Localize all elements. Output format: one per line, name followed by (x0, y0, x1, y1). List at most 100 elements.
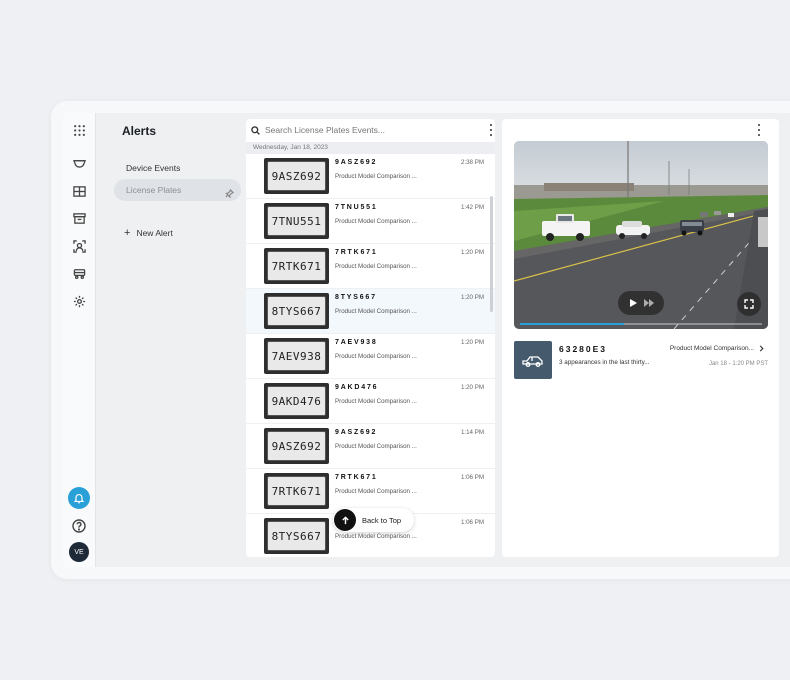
search-bar (246, 119, 495, 141)
row-plate-number: 9ASZ692 (335, 429, 378, 436)
row-subtitle: Product Model Comparison ... (335, 533, 417, 540)
plate-thumbnail: 8TYS667 (264, 293, 329, 329)
plate-text: 8TYS667 (267, 296, 326, 326)
list-item[interactable]: 9ASZ692 9ASZ692 Product Model Comparison .… (246, 424, 495, 469)
archive-icon[interactable] (71, 210, 87, 226)
plate-text: 7TNU551 (267, 206, 326, 236)
row-subtitle: Product Model Comparison ... (335, 488, 417, 495)
video-progress-bar[interactable] (520, 323, 762, 325)
back-to-top-label: Back to Top (362, 515, 402, 525)
list-item[interactable]: 7RTK671 7RTK671 Product Model Comparison .… (246, 244, 495, 289)
events-list: 9ASZ692 9ASZ692 Product Model Comparison .… (246, 154, 495, 557)
row-plate-number: 7RTK671 (335, 474, 378, 481)
pin-icon[interactable] (225, 185, 235, 200)
new-alert-button[interactable]: + New Alert (124, 226, 173, 239)
help-icon[interactable] (70, 517, 88, 535)
plate-text: 7RTK671 (267, 251, 326, 281)
chevron-right-icon (759, 345, 764, 352)
plate-text: 9ASZ692 (267, 161, 326, 191)
alerts-nav: Alerts Device Events License Plates + Ne… (96, 113, 246, 567)
plate-thumbnail: 9AKD476 (264, 383, 329, 419)
list-item[interactable]: 7TNU551 7TNU551 Product Model Comparison .… (246, 199, 495, 244)
event-plate-number: 63280E3 (559, 344, 608, 354)
row-plate-number: 8TYS667 (335, 294, 377, 301)
plate-thumbnail: 7RTK671 (264, 248, 329, 284)
row-subtitle: Product Model Comparison ... (335, 173, 417, 180)
row-subtitle: Product Model Comparison ... (335, 353, 417, 360)
nav-item-label: License Plates (126, 185, 182, 195)
back-to-top-button[interactable]: Back to Top (333, 508, 414, 532)
plate-text: 9AKD476 (267, 386, 326, 416)
list-item[interactable]: 7AEV938 7AEV938 Product Model Comparison .… (246, 334, 495, 379)
event-summary[interactable]: 63280E3 3 appearances in the last thirty… (514, 341, 768, 381)
event-detail-panel: 63280E3 3 appearances in the last thirty… (502, 119, 779, 557)
plate-thumbnail: 7TNU551 (264, 203, 329, 239)
row-time: 2:38 PM (460, 159, 484, 166)
row-subtitle: Product Model Comparison ... (335, 218, 417, 225)
plate-thumbnail: 9ASZ692 (264, 158, 329, 194)
event-model-link[interactable]: Product Model Comparison... (670, 345, 764, 352)
vehicle-icon[interactable] (71, 265, 87, 281)
events-list-panel: Wednesday, Jan 18, 2023 9ASZ692 9ASZ692 Pr… (246, 119, 495, 557)
row-subtitle: Product Model Comparison ... (335, 443, 417, 450)
row-plate-number: 7TNU551 (335, 204, 378, 211)
row-plate-number: 9ASZ692 (335, 159, 378, 166)
list-item[interactable]: 9ASZ692 9ASZ692 Product Model Comparison .… (246, 154, 495, 199)
play-icon[interactable] (629, 299, 637, 307)
user-avatar[interactable]: VE (69, 542, 89, 562)
arrow-up-icon (334, 509, 356, 531)
video-progress-fill (520, 323, 625, 325)
fullscreen-icon[interactable] (737, 292, 761, 316)
row-time: 1:14 PM (460, 429, 484, 436)
row-plate-number: 9AKD476 (335, 384, 379, 391)
plate-thumbnail: 7RTK671 (264, 473, 329, 509)
list-scrollbar[interactable] (490, 196, 493, 312)
plate-text: 8TYS667 (267, 521, 326, 551)
new-alert-label: New Alert (136, 228, 173, 238)
video-player[interactable] (514, 141, 768, 329)
person-scan-icon[interactable] (71, 238, 87, 254)
row-time: 1:42 PM (460, 204, 484, 211)
nav-item-license-plates[interactable]: License Plates (114, 179, 241, 201)
row-time: 1:06 PM (460, 474, 484, 481)
row-time: 1:20 PM (460, 294, 484, 301)
camera-icon[interactable] (71, 155, 87, 171)
plate-thumbnail: 7AEV938 (264, 338, 329, 374)
row-plate-number: 7RTK671 (335, 249, 378, 256)
app-screen: VE Alerts Device Events License Plates +… (63, 113, 790, 567)
plus-icon: + (124, 226, 131, 239)
row-time: 1:06 PM (460, 519, 484, 526)
plate-text: 9ASZ692 (267, 431, 326, 461)
fast-forward-icon[interactable] (643, 299, 654, 307)
apps-grid-icon[interactable] (71, 122, 87, 138)
list-item[interactable]: 9AKD476 9AKD476 Product Model Comparison .… (246, 379, 495, 424)
playback-controls (618, 291, 664, 315)
side-rail: VE (63, 113, 96, 567)
plate-text: 7RTK671 (267, 476, 326, 506)
list-more-icon[interactable] (489, 124, 493, 136)
list-item[interactable]: 8TYS667 8TYS667 Product Model Comparison .… (246, 289, 495, 334)
plate-text: 7AEV938 (267, 341, 326, 371)
notifications-bell-icon[interactable] (68, 487, 90, 509)
search-icon (251, 125, 260, 135)
row-time: 1:20 PM (460, 249, 484, 256)
event-model-label: Product Model Comparison... (669, 345, 754, 352)
row-subtitle: Product Model Comparison ... (335, 398, 417, 405)
settings-icon[interactable] (71, 293, 87, 309)
event-appearances: 3 appearances in the last thirty... (559, 359, 650, 366)
page-title: Alerts (122, 124, 157, 138)
detail-more-icon[interactable] (757, 124, 761, 136)
vehicle-truck-icon (514, 341, 552, 379)
row-time: 1:20 PM (460, 384, 484, 391)
row-subtitle: Product Model Comparison ... (335, 263, 417, 270)
nav-item-device-events[interactable]: Device Events (126, 163, 180, 173)
date-header: Wednesday, Jan 18, 2023 (246, 142, 495, 154)
row-plate-number: 7AEV938 (335, 339, 378, 346)
row-time: 1:20 PM (460, 339, 484, 346)
plate-thumbnail: 9ASZ692 (264, 428, 329, 464)
plate-thumbnail: 8TYS667 (264, 518, 329, 554)
search-input[interactable] (265, 125, 465, 135)
event-timestamp: Jan 18 - 1:20 PM PST (708, 361, 768, 367)
layout-grid-icon[interactable] (71, 183, 87, 199)
row-subtitle: Product Model Comparison ... (335, 308, 417, 315)
